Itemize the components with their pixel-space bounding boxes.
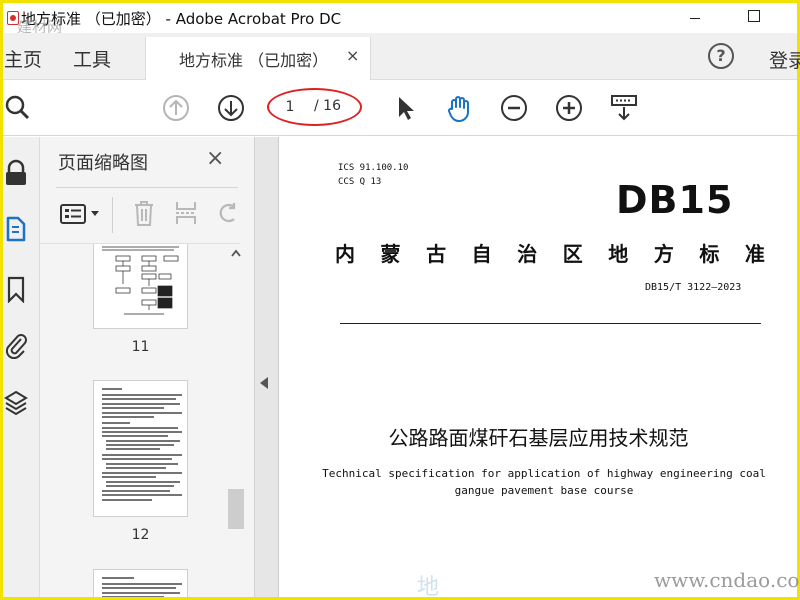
title-bar: 地方标准 （已加密） - Adobe Acrobat Pro DC 建材网 bbox=[3, 3, 797, 36]
document-pane: ICS 91.100.10 CCS Q 13 DB15 内 蒙 古 自 治 区 … bbox=[255, 137, 797, 600]
zoom-in-icon[interactable] bbox=[554, 93, 584, 123]
tab-document[interactable]: 地方标准 （已加密） × bbox=[145, 37, 371, 81]
standard-category: 内 蒙 古 自 治 区 地 方 标 准 bbox=[335, 238, 765, 267]
close-tab-icon[interactable]: × bbox=[346, 46, 359, 65]
header-rule bbox=[340, 323, 761, 324]
thumbnail-page-13[interactable] bbox=[93, 569, 188, 597]
scroll-up-icon[interactable] bbox=[231, 249, 241, 259]
options-list-icon[interactable] bbox=[60, 203, 86, 225]
thumbnail-page-number: 11 bbox=[131, 339, 150, 355]
standard-char: 蒙 bbox=[380, 242, 401, 266]
pages-icon[interactable] bbox=[3, 215, 29, 243]
standard-char: 自 bbox=[471, 242, 492, 266]
standard-char: 标 bbox=[699, 242, 720, 266]
document-page: ICS 91.100.10 CCS Q 13 DB15 内 蒙 古 自 治 区 … bbox=[278, 137, 797, 600]
thumbnail-tools bbox=[40, 187, 255, 243]
red-annotation-ellipse bbox=[267, 88, 362, 126]
bookmark-icon[interactable] bbox=[3, 275, 29, 303]
ccs-code: CCS Q 13 bbox=[338, 177, 382, 187]
maximize-icon[interactable] bbox=[748, 10, 760, 22]
thumbnails-scroll-area: 11 12 bbox=[40, 243, 240, 597]
attachment-icon[interactable] bbox=[3, 331, 29, 359]
panel-title: 页面缩略图 bbox=[58, 153, 148, 174]
standard-char: 地 bbox=[608, 242, 629, 266]
zoom-out-icon[interactable] bbox=[499, 93, 529, 123]
standard-char: 治 bbox=[517, 242, 538, 266]
title-en-line: gangue pavement base course bbox=[454, 484, 634, 497]
watermark-bottom: www.cndao.com bbox=[654, 568, 800, 592]
ics-code: ICS 91.100.10 bbox=[338, 163, 409, 173]
thumbnail-page-12[interactable] bbox=[93, 380, 188, 517]
ics-ccs-codes: ICS 91.100.10 CCS Q 13 bbox=[338, 161, 408, 189]
thumbnail-page-11[interactable] bbox=[93, 244, 188, 329]
collapse-panel-icon[interactable] bbox=[260, 377, 268, 389]
thumbnail-page-number: 12 bbox=[131, 527, 150, 543]
window-title: 地方标准 （已加密） - Adobe Acrobat Pro DC bbox=[21, 10, 342, 28]
toolbar-separator bbox=[112, 197, 113, 233]
thumbnail-scrollbar[interactable] bbox=[226, 244, 246, 597]
document-title-cn: 公路路面煤矸石基层应用技术规范 bbox=[388, 426, 689, 450]
document-title-en: Technical specification for application … bbox=[319, 465, 769, 499]
standard-char: 方 bbox=[653, 242, 674, 266]
minimize-icon[interactable] bbox=[690, 18, 700, 19]
scrollbar-thumb[interactable] bbox=[228, 489, 244, 529]
select-arrow-icon[interactable] bbox=[390, 93, 420, 123]
page-thumbnails-panel: 页面缩略图 × 11 12 bbox=[40, 137, 255, 597]
delete-icon[interactable] bbox=[132, 199, 156, 227]
scroll-mode-icon[interactable] bbox=[609, 93, 639, 123]
db15-logo: DB15 bbox=[616, 178, 734, 222]
standard-char: 准 bbox=[744, 242, 765, 266]
help-icon[interactable]: ? bbox=[708, 43, 734, 69]
page-up-icon[interactable] bbox=[161, 93, 191, 123]
lock-icon[interactable] bbox=[3, 159, 29, 187]
standard-number: DB15/T 3122—2023 bbox=[645, 282, 742, 293]
rotate-icon[interactable] bbox=[216, 199, 240, 227]
standard-char: 区 bbox=[562, 242, 583, 266]
layers-icon[interactable] bbox=[3, 389, 29, 417]
login-button[interactable]: 登录 bbox=[769, 46, 800, 73]
standard-char: 古 bbox=[426, 242, 447, 266]
close-panel-icon[interactable]: × bbox=[206, 146, 224, 171]
chevron-down-icon[interactable] bbox=[90, 210, 100, 218]
tab-tools[interactable]: 工具 bbox=[73, 45, 111, 72]
search-icon[interactable] bbox=[3, 93, 33, 123]
page-down-icon[interactable] bbox=[216, 93, 246, 123]
title-en-line: Technical specification for application … bbox=[322, 467, 766, 480]
extract-pages-icon[interactable] bbox=[174, 199, 198, 227]
tab-home[interactable]: 主页 bbox=[4, 45, 42, 72]
document-tab-label: 地方标准 （已加密） bbox=[179, 51, 329, 70]
tab-bar: 主页 工具 地方标准 （已加密） × ? 登录 bbox=[3, 33, 800, 81]
navigation-rail bbox=[3, 137, 40, 597]
page-watermark: 地 bbox=[417, 575, 440, 600]
standard-char: 内 bbox=[335, 242, 355, 266]
toolbar: / 16 bbox=[3, 80, 797, 136]
hand-tool-icon[interactable] bbox=[444, 93, 474, 123]
